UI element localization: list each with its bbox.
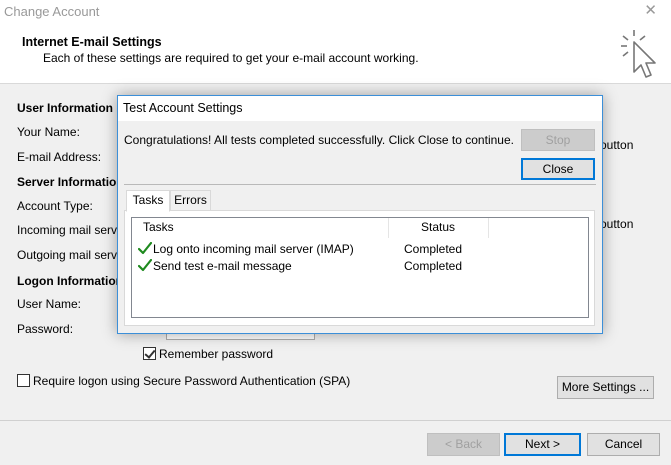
task-name: Send test e-mail message <box>153 259 292 273</box>
column-header-tasks[interactable]: Tasks <box>143 218 174 238</box>
dialog-title: Test Account Settings <box>123 101 243 115</box>
cursor-click-icon <box>621 30 656 78</box>
remember-password-label: Remember password <box>159 347 274 361</box>
spa-checkbox[interactable] <box>17 374 30 387</box>
dialog-separator <box>124 184 596 185</box>
footer-separator <box>0 420 671 421</box>
wizard-header: Internet E-mail Settings Each of these s… <box>0 26 671 84</box>
more-button-fragment[interactable]: outton <box>600 217 633 231</box>
email-address-label: E-mail Address: <box>17 150 102 164</box>
stop-button[interactable]: Stop <box>521 129 595 151</box>
task-status: Completed <box>404 259 463 273</box>
logon-information-section: Logon Information <box>17 274 123 288</box>
user-name-label: User Name: <box>17 297 82 311</box>
user-information-section: User Information <box>17 101 114 115</box>
close-button[interactable]: Close <box>521 158 595 180</box>
cancel-button[interactable]: Cancel <box>587 433 660 456</box>
page-subtitle: Each of these settings are required to g… <box>43 51 419 65</box>
window-title: Change Account <box>4 4 100 19</box>
task-name: Log onto incoming mail server (IMAP) <box>153 242 354 256</box>
page-title: Internet E-mail Settings <box>22 35 162 49</box>
tab-tasks[interactable]: Tasks <box>126 190 170 212</box>
your-name-label: Your Name: <box>17 125 80 139</box>
table-row[interactable]: Log onto incoming mail server (IMAP) Com… <box>132 241 588 258</box>
account-type-label: Account Type: <box>17 199 93 213</box>
remember-password-checkbox[interactable] <box>143 347 156 360</box>
test-settings-button-fragment[interactable]: outton <box>600 138 633 152</box>
password-label: Password: <box>17 322 74 336</box>
tab-errors[interactable]: Errors <box>170 190 211 211</box>
title-bar: Change Account ✕ <box>0 0 671 26</box>
dialog-title-bar: Test Account Settings <box>118 96 602 121</box>
outgoing-server-label: Outgoing mail server <box>17 248 128 262</box>
incoming-server-label: Incoming mail server: <box>17 223 132 237</box>
spa-label: Require logon using Secure Password Auth… <box>33 374 351 388</box>
column-divider[interactable] <box>488 218 489 238</box>
table-row[interactable]: Send test e-mail message Completed <box>132 258 588 275</box>
column-header-status[interactable]: Status <box>421 218 455 238</box>
list-header: Tasks Status <box>132 218 588 238</box>
close-icon[interactable]: ✕ <box>644 1 657 19</box>
tasks-panel: Tasks Status Log onto incoming mail serv… <box>124 210 595 326</box>
back-button[interactable]: < Back <box>427 433 500 456</box>
check-icon <box>138 242 152 255</box>
check-icon <box>138 259 152 272</box>
more-settings-button[interactable]: More Settings ... <box>557 376 654 399</box>
success-message: Congratulations! All tests completed suc… <box>124 133 514 147</box>
next-button[interactable]: Next > <box>504 433 581 456</box>
tasks-list[interactable]: Tasks Status Log onto incoming mail serv… <box>131 217 589 318</box>
task-status: Completed <box>404 242 463 256</box>
test-account-settings-dialog: Test Account Settings Congratulations! A… <box>117 95 603 334</box>
server-information-section: Server Informatio <box>17 175 117 189</box>
column-divider[interactable] <box>388 218 389 238</box>
